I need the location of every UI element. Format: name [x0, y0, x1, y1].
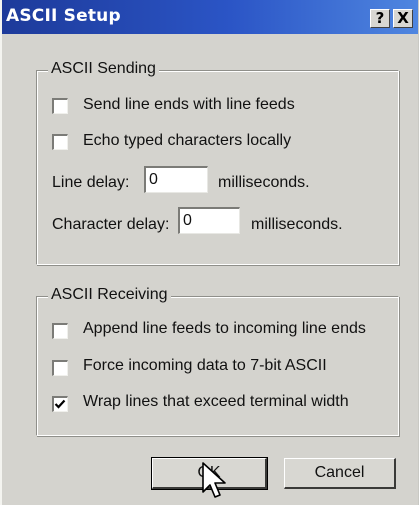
force-7bit-label[interactable]: Force incoming data to 7-bit ASCII	[83, 357, 327, 375]
mouse-pointer-icon	[202, 462, 226, 498]
cancel-button[interactable]: Cancel	[284, 458, 396, 489]
wrap-lines-label[interactable]: Wrap lines that exceed terminal width	[83, 393, 349, 411]
append-line-feeds-checkbox[interactable]	[52, 323, 68, 339]
title-bar[interactable]: ASCII Setup ? X	[2, 0, 418, 34]
force-7bit-checkbox[interactable]	[52, 360, 68, 376]
wrap-lines-checkbox[interactable]	[52, 396, 68, 412]
help-icon: ?	[375, 9, 385, 27]
ascii-sending-label: ASCII Sending	[48, 60, 159, 78]
line-delay-input[interactable]: 0	[144, 166, 208, 193]
echo-typed-checkbox[interactable]	[52, 134, 68, 150]
ascii-receiving-label: ASCII Receiving	[48, 286, 171, 304]
window-title: ASCII Setup	[6, 6, 121, 26]
character-delay-unit: milliseconds.	[251, 216, 343, 233]
send-line-ends-checkbox[interactable]	[52, 98, 68, 114]
ascii-setup-dialog: ASCII Setup ? X ASCII Sending Send line …	[0, 0, 418, 505]
echo-typed-label[interactable]: Echo typed characters locally	[83, 132, 291, 150]
help-button[interactable]: ?	[370, 9, 390, 28]
send-line-ends-label[interactable]: Send line ends with line feeds	[83, 96, 295, 114]
character-delay-input[interactable]: 0	[178, 207, 240, 234]
append-line-feeds-label[interactable]: Append line feeds to incoming line ends	[83, 320, 366, 338]
line-delay-unit: milliseconds.	[218, 174, 310, 191]
checkmark-icon	[54, 399, 66, 409]
character-delay-label: Character delay:	[52, 216, 170, 233]
close-button[interactable]: X	[393, 9, 413, 28]
line-delay-label: Line delay:	[52, 174, 130, 191]
close-icon: X	[397, 9, 409, 27]
